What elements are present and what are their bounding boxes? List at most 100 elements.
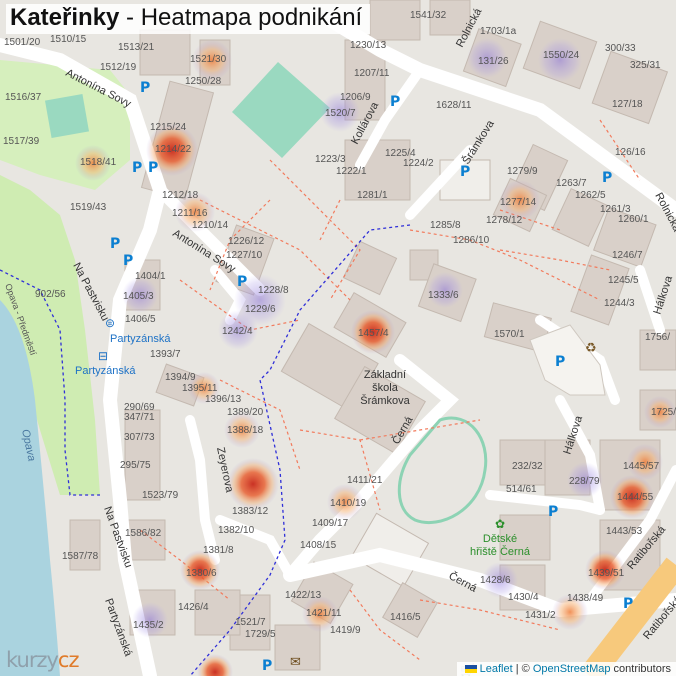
house-number: 1229/6 (245, 304, 276, 315)
house-number: 1404/1 (135, 271, 166, 282)
house-number: 1435/2 (133, 620, 164, 631)
house-number: 1443/53 (606, 526, 643, 537)
parking-icon[interactable]: P (123, 253, 133, 269)
parking-icon[interactable]: P (623, 596, 633, 612)
house-number: 1246/7 (612, 250, 643, 261)
house-number: 1439/51 (588, 568, 625, 579)
house-number: 1421/11 (306, 608, 342, 619)
logo-suffix: cz (57, 648, 80, 672)
house-number: 1628/11 (436, 100, 472, 111)
house-number: 1380/6 (186, 568, 217, 579)
house-number: 1419/9 (330, 625, 361, 636)
ukraine-flag-icon (464, 665, 477, 674)
parking-icon[interactable]: P (460, 164, 470, 180)
leaflet-link[interactable]: Leaflet (480, 663, 513, 675)
house-number: 1214/22 (155, 144, 192, 155)
house-number: 1206/9 (340, 92, 371, 103)
house-number: 1215/24 (150, 122, 187, 133)
house-number: 1382/10 (218, 525, 255, 536)
parking-icon[interactable]: P (602, 170, 612, 186)
tram-stop-label: Partyzánská (110, 333, 171, 345)
house-number: 1438/49 (567, 593, 604, 604)
house-number: 1501/20 (4, 37, 41, 48)
house-number: 1520/7 (325, 108, 356, 119)
house-number: 1242/4 (222, 326, 253, 337)
house-number: 1250/28 (185, 76, 222, 87)
house-number: 1227/10 (226, 250, 263, 261)
parking-icon[interactable]: P (555, 354, 565, 370)
house-number: 1587/78 (62, 551, 99, 562)
attribution-contributors: contributors (610, 663, 671, 675)
heatmap-map[interactable]: Antonína Sovy Antonína Sovy Kollárova Šr… (0, 0, 676, 676)
house-number: 1244/3 (604, 298, 635, 309)
house-number: 1430/4 (508, 592, 539, 603)
house-number: 1278/12 (486, 215, 523, 226)
house-number: 1518/41 (80, 157, 117, 168)
house-number: 902/56 (35, 289, 66, 300)
parking-icon[interactable]: P (140, 80, 150, 96)
house-number: 1230/13 (350, 40, 387, 51)
playground-icon[interactable]: ✿ (495, 517, 505, 531)
parking-icon[interactable]: P (390, 94, 400, 110)
house-number: 1222/1 (336, 166, 367, 177)
house-number: 1516/37 (5, 92, 42, 103)
house-number: 1519/43 (70, 202, 107, 213)
logo-main: kurzy (6, 648, 59, 672)
house-number: 1388/18 (227, 425, 264, 436)
house-number: 1333/6 (428, 290, 459, 301)
house-number: 1428/6 (480, 575, 511, 586)
house-number: 1212/18 (162, 190, 199, 201)
parking-icon[interactable]: P (110, 236, 120, 252)
house-number: 127/18 (612, 99, 643, 110)
house-number: 1405/3 (123, 291, 154, 302)
house-number: 1512/19 (100, 62, 137, 73)
house-number: 1410/19 (330, 498, 367, 509)
house-number: 295/75 (120, 460, 151, 471)
small-pitch (44, 93, 90, 139)
house-number: 300/33 (605, 43, 636, 54)
house-number: 1426/4 (178, 602, 209, 613)
house-number: 1285/8 (430, 220, 461, 231)
house-number: 1396/13 (205, 394, 242, 405)
house-number: 1457/4 (358, 328, 389, 339)
house-number: 1228/8 (258, 285, 289, 296)
house-number: 1570/1 (494, 329, 525, 340)
house-number: 1541/32 (410, 10, 447, 21)
house-number: 1586/82 (125, 528, 162, 539)
tram-stop-icon[interactable]: ⊜ (105, 316, 115, 330)
parking-icon[interactable]: P (548, 504, 558, 520)
house-number: 1226/12 (228, 236, 265, 247)
house-number: 1416/5 (390, 612, 421, 623)
house-number: 1224/2 (403, 158, 434, 169)
house-number: 347/71 (124, 412, 155, 423)
house-number: 1513/21 (118, 42, 155, 53)
house-number: 1523/79 (142, 490, 179, 501)
kurzy-logo[interactable]: kurzycz (6, 648, 79, 672)
house-number: 1444/55 (617, 492, 654, 503)
house-number: 1422/13 (285, 590, 322, 601)
parking-icon[interactable]: P (132, 160, 142, 176)
house-number: 1223/3 (315, 154, 346, 165)
house-number: 1550/24 (543, 50, 580, 61)
house-number: 1383/12 (232, 506, 269, 517)
house-number: 1445/57 (623, 461, 660, 472)
recycling-icon[interactable]: ♻ (585, 340, 597, 355)
house-number: 1725/ (651, 407, 676, 418)
parking-icon[interactable]: P (262, 658, 272, 674)
house-number: 1277/14 (500, 197, 537, 208)
house-number: 131/26 (478, 56, 509, 67)
house-number: 1381/8 (203, 545, 234, 556)
page-title: Kateřinky - Heatmapa podnikání (6, 4, 371, 34)
osm-link[interactable]: OpenStreetMap (533, 663, 611, 675)
parking-icon[interactable]: P (148, 160, 158, 176)
house-number: 1245/5 (608, 275, 639, 286)
bus-stop-icon[interactable]: ⊟ (98, 349, 108, 363)
house-number: 1263/7 (556, 178, 587, 189)
house-number: 1207/11 (354, 68, 390, 79)
house-number: 1756/ (645, 332, 670, 343)
map-canvas[interactable]: Antonína Sovy Antonína Sovy Kollárova Šr… (0, 0, 676, 676)
house-number: 307/73 (124, 432, 155, 443)
title-separator: - (119, 4, 141, 31)
post-office-icon[interactable]: ✉ (290, 654, 301, 669)
parking-icon[interactable]: P (237, 274, 247, 290)
